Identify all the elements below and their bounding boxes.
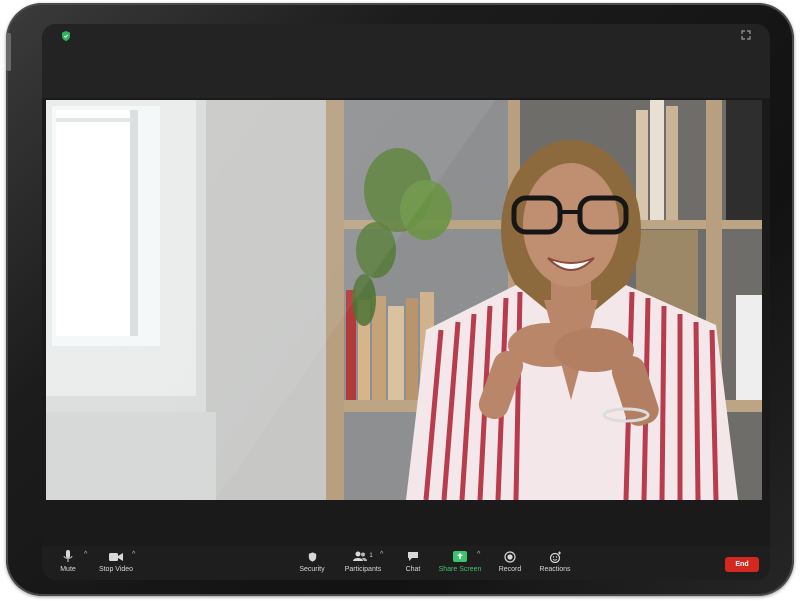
record-label: Record <box>498 566 522 573</box>
stop-video-label: Stop Video <box>98 566 134 573</box>
share-screen-label: Share Screen <box>438 566 482 573</box>
video-options-caret[interactable]: ^ <box>132 551 135 558</box>
chat-button[interactable]: Chat <box>402 548 424 574</box>
end-meeting-button[interactable]: End <box>725 557 759 572</box>
people-icon <box>353 551 368 561</box>
video-frame <box>46 100 762 500</box>
share-options-caret[interactable]: ^ <box>477 551 480 558</box>
security-button[interactable]: Security <box>297 548 327 574</box>
participant-video <box>46 100 762 500</box>
participant-count: 1 <box>369 553 373 559</box>
participants-label: Participants <box>344 566 382 573</box>
participants-options-caret[interactable]: ^ <box>380 551 383 558</box>
shield-icon[interactable] <box>60 30 72 42</box>
security-label: Security <box>299 566 325 573</box>
meeting-toolbar: Mute ^ Stop Video ^ Security 1 Participa… <box>42 546 770 580</box>
shield-icon <box>308 551 316 562</box>
stop-video-button[interactable]: Stop Video <box>98 548 134 574</box>
record-icon <box>504 550 516 563</box>
share-arrow-icon <box>453 551 467 562</box>
video-camera-icon <box>109 552 123 561</box>
participants-button[interactable]: 1 Participants <box>342 548 384 574</box>
fullscreen-icon[interactable] <box>740 29 752 41</box>
microphone-icon <box>63 550 73 562</box>
mute-label: Mute <box>60 566 76 573</box>
reactions-label: Reactions <box>539 566 571 573</box>
chat-label: Chat <box>405 566 421 573</box>
smile-plus-icon <box>549 551 561 563</box>
record-button[interactable]: Record <box>497 548 523 574</box>
reactions-button[interactable]: Reactions <box>538 548 572 574</box>
mute-button[interactable]: Mute <box>56 548 80 574</box>
audio-options-caret[interactable]: ^ <box>84 551 87 558</box>
meeting-window: Mute ^ Stop Video ^ Security 1 Participa… <box>42 24 770 580</box>
top-bar <box>42 24 770 98</box>
share-screen-button[interactable]: Share Screen <box>438 548 482 574</box>
tablet-frame: Mute ^ Stop Video ^ Security 1 Participa… <box>6 3 794 596</box>
tablet-side-button <box>6 33 11 71</box>
chat-bubble-icon <box>408 552 418 561</box>
